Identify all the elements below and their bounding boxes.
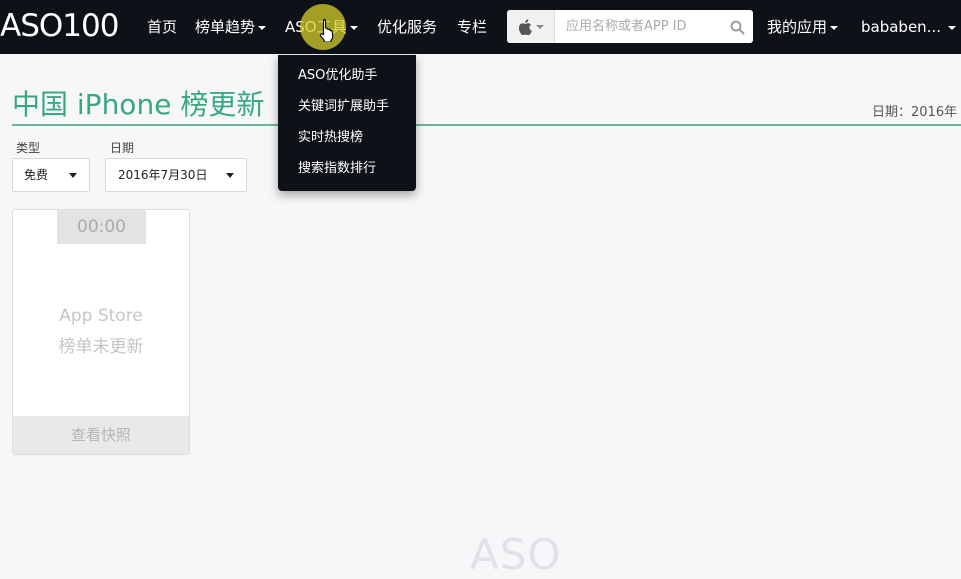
chevron-down-icon <box>258 25 267 30</box>
nav-optimization-service-label: 优化服务 <box>377 18 438 36</box>
nav-column[interactable]: 专栏 <box>457 16 487 38</box>
user-menu[interactable]: bababen... <box>861 16 956 38</box>
nav-rank-trends[interactable]: 榜单趋势 <box>195 16 267 38</box>
aso-tools-dropdown: ASO优化助手 关键词扩展助手 实时热搜榜 搜索指数排行 <box>278 55 416 191</box>
menu-item-keyword-expansion[interactable]: 关键词扩展助手 <box>278 91 416 122</box>
chevron-down-icon <box>830 25 839 30</box>
date-select-value: 2016年7月30日 <box>118 168 208 182</box>
chevron-down-icon <box>226 173 234 178</box>
top-navbar: ASO100 首页 榜单趋势 ASO工具 优化服务 专栏 我的应用 <box>0 0 961 54</box>
menu-item-realtime-hot-search[interactable]: 实时热搜榜 <box>278 122 416 153</box>
page-date-label: 日期：2016年 <box>872 105 958 120</box>
type-select-value: 免费 <box>24 168 49 182</box>
watermark-text: ASO <box>470 530 562 579</box>
search-icon <box>730 20 744 34</box>
view-snapshot-button[interactable]: 查看快照 <box>13 416 189 454</box>
platform-select[interactable] <box>507 10 555 43</box>
date-select[interactable]: 2016年7月30日 <box>105 158 247 192</box>
hand-cursor-icon <box>319 18 334 42</box>
card-status-text: 榜单未更新 <box>58 337 144 357</box>
logo-text: ASO100 <box>0 8 119 44</box>
nav-my-apps-label: 我的应用 <box>767 18 828 36</box>
nav-home[interactable]: 首页 <box>147 16 177 38</box>
chevron-down-icon <box>349 25 358 30</box>
date-label: 日期 <box>110 141 135 155</box>
nav-rank-trends-label: 榜单趋势 <box>195 18 256 36</box>
search-button[interactable] <box>727 17 747 37</box>
menu-item-aso-assistant[interactable]: ASO优化助手 <box>278 60 416 91</box>
nav-home-label: 首页 <box>147 18 178 36</box>
chevron-down-icon <box>535 24 544 29</box>
apple-icon <box>518 18 532 35</box>
nav-my-apps[interactable]: 我的应用 <box>767 16 839 38</box>
search-input[interactable] <box>556 10 721 43</box>
menu-item-search-index-rank[interactable]: 搜索指数排行 <box>278 153 416 184</box>
app-store-card: 00:00 App Store 榜单未更新 查看快照 <box>12 209 190 455</box>
type-select[interactable]: 免费 <box>12 158 90 192</box>
chevron-down-icon <box>948 25 956 30</box>
search-box <box>507 10 753 43</box>
page-title: 中国 iPhone 榜更新 <box>12 88 265 121</box>
nav-column-label: 专栏 <box>457 18 488 36</box>
card-store-label: App Store <box>59 306 143 326</box>
user-name: bababen... <box>861 18 941 36</box>
title-divider <box>12 124 961 126</box>
chevron-down-icon <box>69 173 77 178</box>
type-label: 类型 <box>16 141 41 155</box>
logo[interactable]: ASO100 <box>0 9 126 43</box>
timer-badge: 00:00 <box>57 210 146 244</box>
nav-optimization-service[interactable]: 优化服务 <box>377 16 437 38</box>
